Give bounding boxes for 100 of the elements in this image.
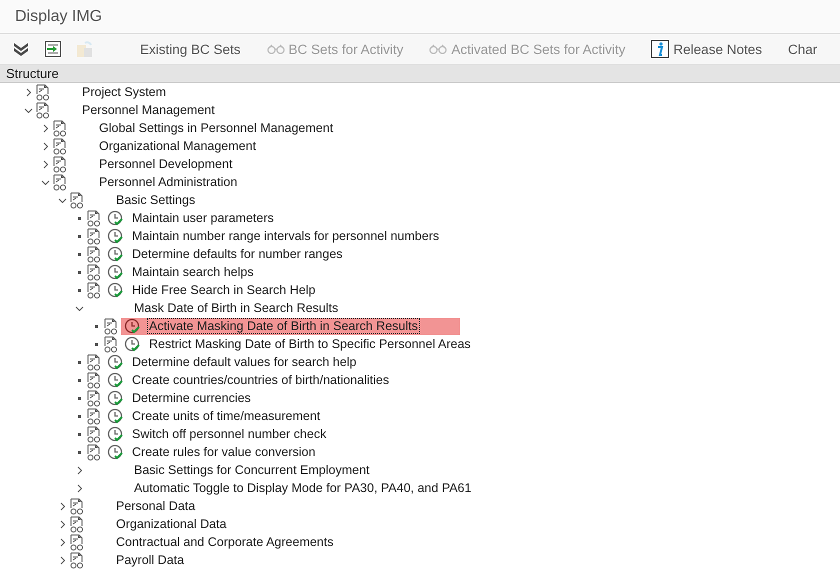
chevron-right-icon[interactable] (58, 538, 67, 546)
document-glasses-icon (87, 210, 101, 226)
tree-item[interactable]: Personnel Management (80, 102, 217, 118)
document-glasses-icon (87, 228, 101, 244)
document-glasses-icon (53, 120, 67, 136)
glasses-icon (429, 44, 448, 54)
tree-item[interactable]: Basic Settings (114, 192, 198, 208)
chevron-right-icon[interactable] (58, 502, 67, 510)
tree-item[interactable]: Create countries/countries of birth/nationalities (130, 372, 392, 388)
document-glasses-icon (87, 246, 101, 262)
document-glasses-icon (87, 444, 101, 460)
tree-item[interactable]: Mask Date of Birth in Search Results (132, 300, 340, 316)
bullet-icon (78, 396, 81, 400)
document-glasses-icon (104, 336, 118, 352)
bullet-icon (78, 378, 81, 382)
tree-item[interactable]: Personnel Development (97, 156, 234, 172)
chevron-right-icon[interactable] (58, 556, 67, 564)
chevron-right-icon[interactable] (41, 124, 50, 132)
clock-check-icon[interactable] (107, 246, 124, 262)
toolbar-button[interactable]: Char (784, 42, 822, 56)
chevron-right-icon[interactable] (75, 466, 84, 474)
clock-check-icon[interactable] (107, 372, 124, 388)
bullet-icon (95, 324, 98, 328)
clock-check-icon[interactable] (107, 264, 124, 280)
document-glasses-icon (70, 552, 84, 568)
transfer-button[interactable] (44, 40, 62, 58)
document-glasses-icon (70, 192, 84, 208)
window-title: Display IMG (15, 8, 102, 26)
clock-check-icon[interactable] (124, 318, 141, 334)
document-glasses-icon (87, 408, 101, 424)
clock-check-icon[interactable] (107, 210, 124, 226)
clock-check-icon[interactable] (107, 444, 124, 460)
tree-item[interactable]: Restrict Masking Date of Birth to Specific Personnel Areas (147, 336, 473, 352)
clock-check-icon[interactable] (107, 408, 124, 424)
bullet-icon (78, 414, 81, 418)
chevron-down-icon[interactable] (41, 178, 50, 186)
document-glasses-icon (70, 534, 84, 550)
tree-item[interactable]: Maintain search helps (130, 264, 256, 280)
tree-item[interactable]: Maintain user parameters (130, 210, 276, 226)
tree-item[interactable]: Personal Data (114, 498, 198, 514)
document-glasses-icon (87, 282, 101, 298)
chevron-down-icon[interactable] (24, 106, 33, 114)
document-glasses-icon (104, 318, 118, 334)
toolbar-button[interactable]: Existing BC Sets (136, 42, 245, 56)
chevron-right-icon[interactable] (41, 142, 50, 150)
chevron-right-icon[interactable] (75, 484, 84, 492)
bullet-icon (78, 288, 81, 292)
column-header: Structure (6, 66, 59, 81)
clock-check-icon[interactable] (107, 228, 124, 244)
tree-item[interactable]: Determine currencies (130, 390, 253, 406)
tree-item[interactable]: Organizational Management (97, 138, 258, 154)
tree-item[interactable]: Create units of time/measurement (130, 408, 322, 424)
tree-item[interactable]: Determine default values for search help (130, 354, 358, 370)
document-glasses-icon (53, 138, 67, 154)
chevron-down-icon[interactable] (58, 196, 67, 204)
document-glasses-icon (87, 390, 101, 406)
glasses-icon (266, 44, 285, 54)
tree-item[interactable]: Global Settings in Personnel Management (97, 120, 336, 136)
clock-check-icon[interactable] (107, 354, 124, 370)
clock-check-icon[interactable] (107, 282, 124, 298)
document-glasses-icon (70, 516, 84, 532)
bullet-icon (78, 216, 81, 220)
document-glasses-icon (36, 102, 50, 118)
document-glasses-icon (87, 264, 101, 280)
document-glasses-icon (36, 84, 50, 100)
chevron-right-icon[interactable] (41, 160, 50, 168)
tree-item[interactable]: Personnel Administration (97, 174, 240, 190)
bullet-icon (78, 270, 81, 274)
bullet-icon (78, 450, 81, 454)
tree-item[interactable]: Activate Masking Date of Birth in Search Results (147, 318, 420, 334)
document-glasses-icon (87, 372, 101, 388)
chevron-right-icon[interactable] (58, 520, 67, 528)
tree-item[interactable]: Hide Free Search in Search Help (130, 282, 318, 298)
bullet-icon (78, 432, 81, 436)
clock-check-icon[interactable] (107, 426, 124, 442)
tree-item[interactable]: Project System (80, 84, 168, 100)
collapse-button[interactable] (12, 41, 30, 57)
clock-check-icon[interactable] (107, 390, 124, 406)
tree-item[interactable]: Maintain number range intervals for personnel numbers (130, 228, 442, 244)
bullet-icon (78, 252, 81, 256)
document-glasses-icon (87, 354, 101, 370)
toolbar-button[interactable]: Release Notes (647, 40, 766, 58)
tree-item[interactable]: Switch off personnel number check (130, 426, 328, 442)
document-glasses-icon (53, 174, 67, 190)
document-glasses-icon (87, 426, 101, 442)
tree-item[interactable]: Automatic Toggle to Display Mode for PA30, PA40, and PA61 (132, 480, 474, 496)
tree-item[interactable]: Create rules for value conversion (130, 444, 318, 460)
tree-item[interactable]: Payroll Data (114, 552, 186, 568)
chevron-down-icon[interactable] (75, 304, 84, 312)
tree-item[interactable]: Basic Settings for Concurrent Employment (132, 462, 372, 478)
tree-item[interactable]: Contractual and Corporate Agreements (114, 534, 336, 550)
bullet-icon (78, 360, 81, 364)
bullet-icon (78, 234, 81, 238)
chevron-right-icon[interactable] (24, 88, 33, 96)
bullet-icon (95, 342, 98, 346)
document-glasses-icon (70, 498, 84, 514)
tree-item[interactable]: Organizational Data (114, 516, 228, 532)
tree-item[interactable]: Determine defaults for number ranges (130, 246, 345, 262)
document-glasses-icon (53, 156, 67, 172)
clock-check-icon[interactable] (124, 336, 141, 352)
